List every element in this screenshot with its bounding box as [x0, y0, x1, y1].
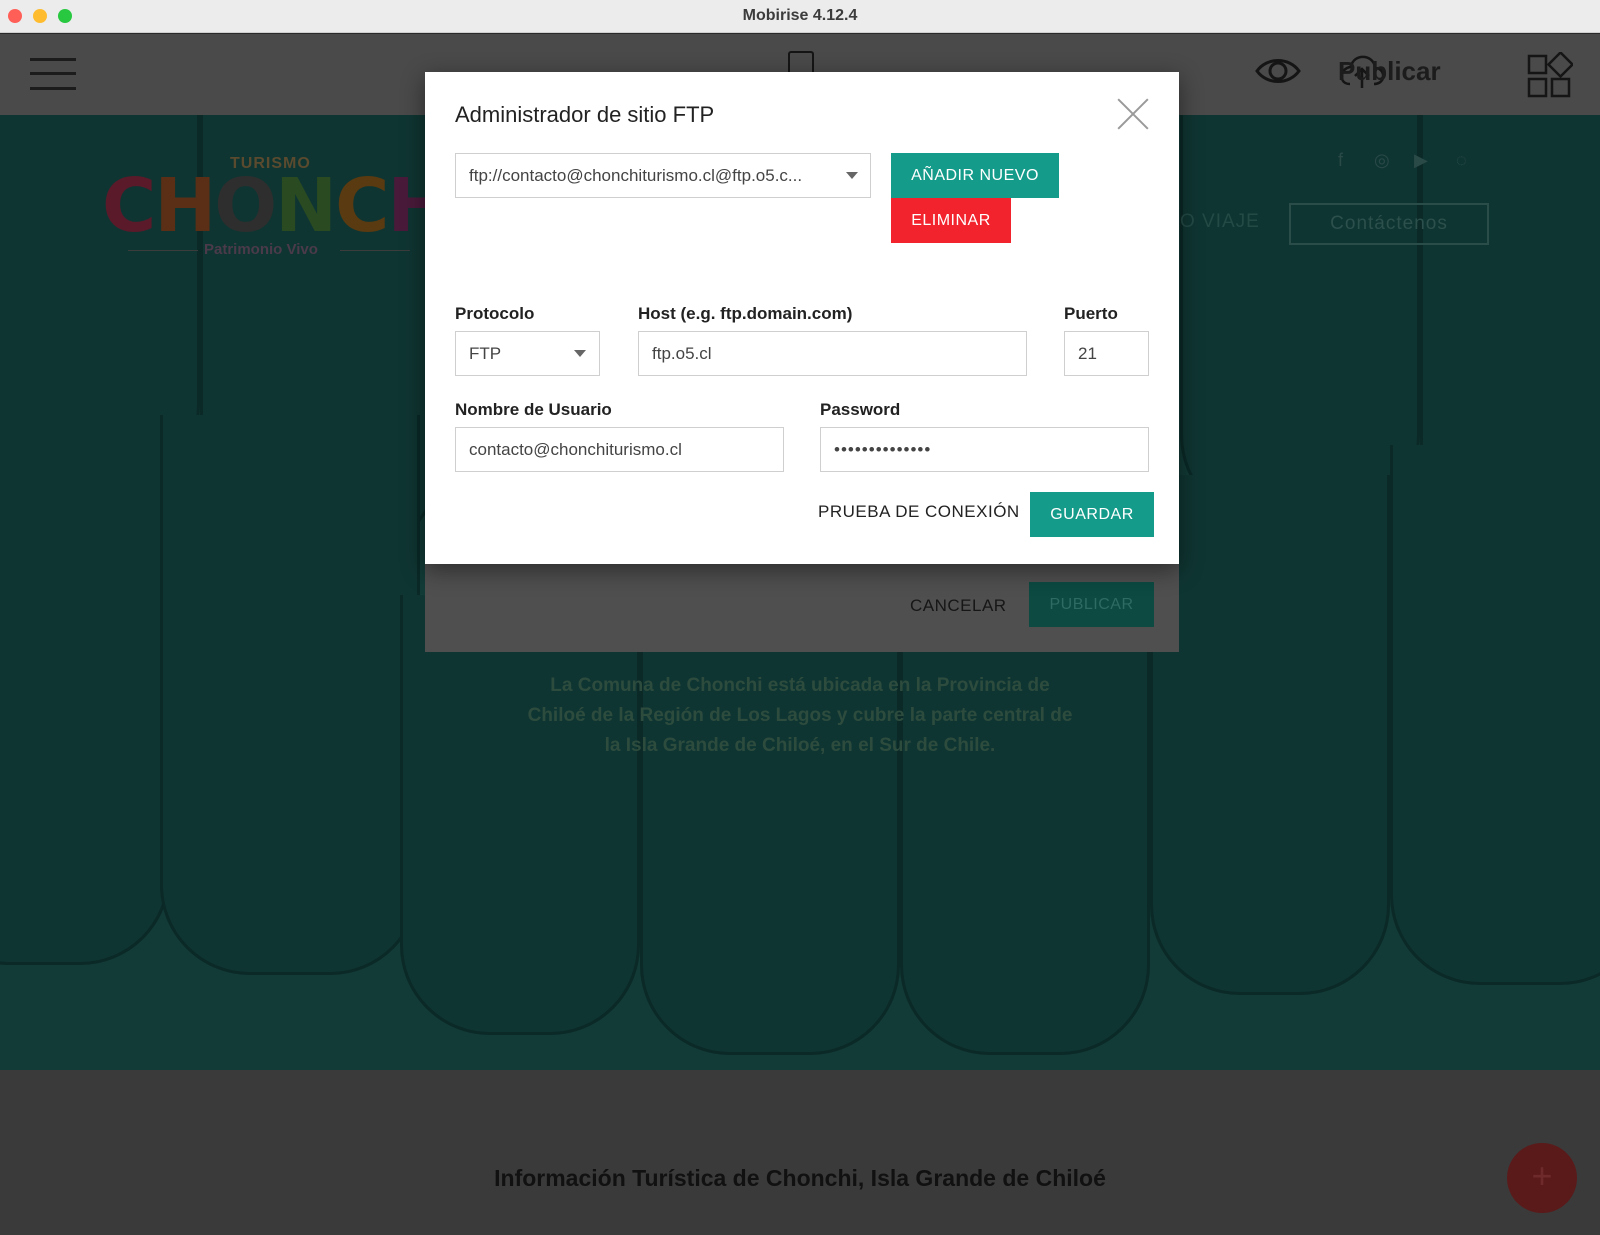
logo-divider	[128, 250, 198, 251]
whatsapp-icon[interactable]: ◌	[1456, 150, 1467, 171]
username-input-value: contacto@chonchiturismo.cl	[469, 439, 682, 459]
ftp-site-manager-modal: Administrador de sitio FTP ftp://contact…	[425, 72, 1179, 564]
window-title: Mobirise 4.12.4	[742, 7, 858, 24]
ftp-site-select-value: ftp://contacto@chonchiturismo.cl@ftp.o5.…	[469, 165, 803, 185]
port-label: Puerto	[1064, 304, 1118, 323]
site-nav-item[interactable]: O VIAJE	[1180, 211, 1260, 233]
add-block-button[interactable]: +	[1507, 1143, 1577, 1213]
youtube-icon[interactable]: ▶	[1414, 150, 1428, 171]
protocol-select-value: FTP	[469, 343, 502, 363]
port-input[interactable]: 21	[1064, 331, 1149, 376]
cancel-button[interactable]: CANCELAR	[910, 596, 1007, 616]
eye-icon[interactable]	[1255, 56, 1301, 86]
menu-icon[interactable]	[30, 56, 76, 92]
test-connection-button[interactable]: PRUEBA DE CONEXIÓN	[818, 502, 1020, 522]
section-title: Información Turística de Chonchi, Isla G…	[494, 1165, 1106, 1191]
host-label: Host (e.g. ftp.domain.com)	[638, 304, 853, 323]
password-input-value: ••••••••••••••	[834, 439, 932, 459]
close-icon[interactable]	[1115, 96, 1151, 132]
ftp-site-select[interactable]: ftp://contacto@chonchiturismo.cl@ftp.o5.…	[455, 153, 871, 198]
contact-button[interactable]: Contáctenos	[1289, 203, 1489, 245]
mobile-device-icon[interactable]	[788, 51, 814, 73]
site-bottom-section	[0, 1070, 1600, 1235]
host-input-value: ftp.o5.cl	[652, 343, 712, 363]
save-button[interactable]: GUARDAR	[1030, 492, 1154, 537]
publish-button[interactable]: PUBLICAR	[1029, 582, 1154, 627]
logo-divider	[340, 250, 410, 251]
add-new-button[interactable]: AÑADIR NUEVO	[891, 153, 1059, 198]
username-label: Nombre de Usuario	[455, 400, 612, 419]
username-input[interactable]: contacto@chonchiturismo.cl	[455, 427, 784, 472]
modal-title: Administrador de sitio FTP	[455, 102, 715, 127]
password-input[interactable]: ••••••••••••••	[820, 427, 1149, 472]
window-titlebar: Mobirise 4.12.4	[0, 0, 1600, 33]
publish-toolbar-button[interactable]: Publicar	[1338, 52, 1441, 90]
chevron-down-icon	[846, 172, 858, 179]
publish-toolbar-label: Publicar	[1338, 55, 1441, 86]
password-label: Password	[820, 400, 901, 419]
site-logo-subtitle: Patrimonio Vivo	[204, 241, 318, 258]
blocks-icon[interactable]	[1527, 52, 1573, 98]
delete-button[interactable]: ELIMINAR	[891, 198, 1011, 243]
instagram-icon[interactable]: ◎	[1374, 150, 1390, 171]
site-logo[interactable]: CHONCHI	[102, 163, 475, 249]
port-input-value: 21	[1078, 343, 1097, 363]
protocol-select[interactable]: FTP	[455, 331, 600, 376]
chevron-down-icon	[574, 350, 586, 357]
facebook-icon[interactable]: f	[1338, 150, 1343, 171]
publish-dialog-footer: CANCELAR PUBLICAR	[425, 562, 1179, 652]
hero-text: La Comuna de Chonchi está ubicada en la …	[527, 675, 1073, 756]
host-input[interactable]: ftp.o5.cl	[638, 331, 1027, 376]
protocol-label: Protocolo	[455, 304, 535, 323]
